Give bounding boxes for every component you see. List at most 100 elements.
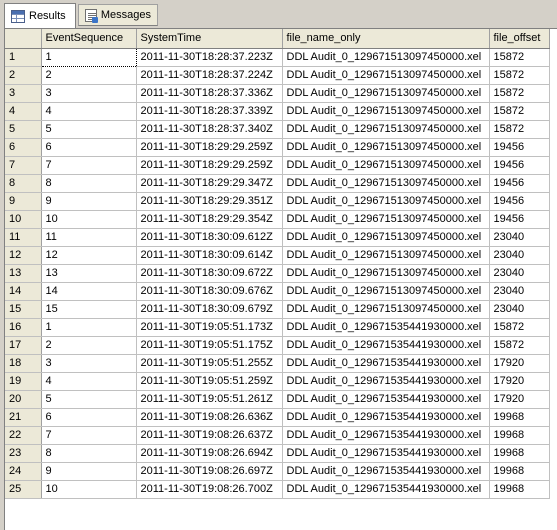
system-time-cell[interactable]: 2011-11-30T19:05:51.259Z (136, 372, 283, 391)
file-offset-cell[interactable]: 19968 (489, 462, 550, 481)
row-number[interactable]: 8 (5, 174, 42, 193)
column-header-systemtime[interactable]: SystemTime (136, 29, 283, 49)
event-sequence-cell[interactable]: 7 (41, 156, 137, 175)
file-offset-cell[interactable]: 19456 (489, 174, 550, 193)
file-offset-cell[interactable]: 19968 (489, 408, 550, 427)
file-name-cell[interactable]: DDL Audit_0_129671535441930000.xel (282, 318, 490, 337)
event-sequence-cell[interactable]: 5 (41, 390, 137, 409)
table-row[interactable]: 1 1 2011-11-30T18:28:37.223Z DDL Audit_0_12… (5, 47, 550, 67)
row-number[interactable]: 5 (5, 120, 42, 139)
file-name-cell[interactable]: DDL Audit_0_129671535441930000.xel (282, 372, 490, 391)
table-row[interactable]: 10 10 2011-11-30T18:29:29.354Z DDL Audit_0_… (5, 210, 550, 229)
file-name-cell[interactable]: DDL Audit_0_129671535441930000.xel (282, 354, 490, 373)
table-row[interactable]: 14 14 2011-11-30T18:30:09.676Z DDL Audit_0_… (5, 282, 550, 301)
row-number[interactable]: 24 (5, 462, 42, 481)
row-number[interactable]: 11 (5, 228, 42, 247)
row-number[interactable]: 14 (5, 282, 42, 301)
file-name-cell[interactable]: DDL Audit_0_129671535441930000.xel (282, 408, 490, 427)
table-row[interactable]: 5 5 2011-11-30T18:28:37.340Z DDL Audit_0_12… (5, 120, 550, 139)
file-offset-cell[interactable]: 19968 (489, 426, 550, 445)
system-time-cell[interactable]: 2011-11-30T18:28:37.339Z (136, 102, 283, 121)
file-name-cell[interactable]: DDL Audit_0_129671513097450000.xel (282, 66, 490, 85)
row-number[interactable]: 12 (5, 246, 42, 265)
table-row[interactable]: 11 11 2011-11-30T18:30:09.612Z DDL Audit_0_… (5, 228, 550, 247)
event-sequence-cell[interactable]: 8 (41, 174, 137, 193)
row-number[interactable]: 15 (5, 300, 42, 319)
file-offset-cell[interactable]: 15872 (489, 66, 550, 85)
table-row[interactable]: 3 3 2011-11-30T18:28:37.336Z DDL Audit_0_12… (5, 84, 550, 103)
file-offset-cell[interactable]: 23040 (489, 246, 550, 265)
table-row[interactable]: 12 12 2011-11-30T18:30:09.614Z DDL Audit_0_… (5, 246, 550, 265)
event-sequence-cell[interactable]: 6 (41, 408, 137, 427)
row-number[interactable]: 20 (5, 390, 42, 409)
file-name-cell[interactable]: DDL Audit_0_129671535441930000.xel (282, 390, 490, 409)
system-time-cell[interactable]: 2011-11-30T18:29:29.259Z (136, 156, 283, 175)
select-all-corner[interactable] (5, 29, 42, 49)
tab-results[interactable]: Results (4, 3, 76, 28)
file-offset-cell[interactable]: 19456 (489, 156, 550, 175)
file-name-cell[interactable]: DDL Audit_0_129671535441930000.xel (282, 336, 490, 355)
file-offset-cell[interactable]: 19456 (489, 138, 550, 157)
file-name-cell[interactable]: DDL Audit_0_129671513097450000.xel (282, 192, 490, 211)
table-row[interactable]: 6 6 2011-11-30T18:29:29.259Z DDL Audit_0_12… (5, 138, 550, 157)
table-row[interactable]: 7 7 2011-11-30T18:29:29.259Z DDL Audit_0_12… (5, 156, 550, 175)
event-sequence-cell[interactable]: 3 (41, 84, 137, 103)
file-name-cell[interactable]: DDL Audit_0_129671535441930000.xel (282, 426, 490, 445)
row-number[interactable]: 9 (5, 192, 42, 211)
file-offset-cell[interactable]: 19456 (489, 192, 550, 211)
event-sequence-cell[interactable]: 9 (41, 192, 137, 211)
event-sequence-cell[interactable]: 8 (41, 444, 137, 463)
table-row[interactable]: 18 3 2011-11-30T19:05:51.255Z DDL Audit_0_1… (5, 354, 550, 373)
system-time-cell[interactable]: 2011-11-30T18:28:37.340Z (136, 120, 283, 139)
event-sequence-cell[interactable]: 3 (41, 354, 137, 373)
row-number[interactable]: 25 (5, 480, 42, 499)
row-number[interactable]: 10 (5, 210, 42, 229)
file-offset-cell[interactable]: 15872 (489, 84, 550, 103)
event-sequence-cell[interactable]: 12 (41, 246, 137, 265)
table-row[interactable]: 25 10 2011-11-30T19:08:26.700Z DDL Audit_0_… (5, 480, 550, 499)
system-time-cell[interactable]: 2011-11-30T18:30:09.612Z (136, 228, 283, 247)
system-time-cell[interactable]: 2011-11-30T18:29:29.354Z (136, 210, 283, 229)
row-number[interactable]: 6 (5, 138, 42, 157)
row-number[interactable]: 18 (5, 354, 42, 373)
column-header-file-name-only[interactable]: file_name_only (282, 29, 490, 49)
system-time-cell[interactable]: 2011-11-30T19:08:26.694Z (136, 444, 283, 463)
table-row[interactable]: 9 9 2011-11-30T18:29:29.351Z DDL Audit_0_12… (5, 192, 550, 211)
table-row[interactable]: 22 7 2011-11-30T19:08:26.637Z DDL Audit_0_1… (5, 426, 550, 445)
file-offset-cell[interactable]: 19456 (489, 210, 550, 229)
row-number[interactable]: 17 (5, 336, 42, 355)
row-number[interactable]: 23 (5, 444, 42, 463)
file-offset-cell[interactable]: 23040 (489, 228, 550, 247)
event-sequence-cell[interactable]: 10 (41, 480, 137, 499)
system-time-cell[interactable]: 2011-11-30T19:08:26.636Z (136, 408, 283, 427)
row-number[interactable]: 2 (5, 66, 42, 85)
file-name-cell[interactable]: DDL Audit_0_129671513097450000.xel (282, 300, 490, 319)
row-number[interactable]: 3 (5, 84, 42, 103)
file-offset-cell[interactable]: 23040 (489, 264, 550, 283)
file-offset-cell[interactable]: 17920 (489, 354, 550, 373)
system-time-cell[interactable]: 2011-11-30T18:28:37.223Z (136, 48, 283, 67)
file-offset-cell[interactable]: 15872 (489, 318, 550, 337)
event-sequence-cell[interactable]: 7 (41, 426, 137, 445)
event-sequence-cell[interactable]: 6 (41, 138, 137, 157)
event-sequence-cell[interactable]: 5 (41, 120, 137, 139)
table-row[interactable]: 20 5 2011-11-30T19:05:51.261Z DDL Audit_0_1… (5, 390, 550, 409)
event-sequence-cell[interactable]: 15 (41, 300, 137, 319)
row-number[interactable]: 22 (5, 426, 42, 445)
event-sequence-cell[interactable]: 14 (41, 282, 137, 301)
file-name-cell[interactable]: DDL Audit_0_129671513097450000.xel (282, 84, 490, 103)
table-row[interactable]: 19 4 2011-11-30T19:05:51.259Z DDL Audit_0_1… (5, 372, 550, 391)
system-time-cell[interactable]: 2011-11-30T19:05:51.173Z (136, 318, 283, 337)
file-name-cell[interactable]: DDL Audit_0_129671513097450000.xel (282, 174, 490, 193)
file-offset-cell[interactable]: 17920 (489, 390, 550, 409)
results-grid[interactable]: EventSequence SystemTime file_name_only … (4, 28, 557, 530)
event-sequence-cell[interactable]: 4 (41, 102, 137, 121)
file-name-cell[interactable]: DDL Audit_0_129671513097450000.xel (282, 264, 490, 283)
column-header-file-offset[interactable]: file_offset (489, 29, 550, 49)
file-name-cell[interactable]: DDL Audit_0_129671513097450000.xel (282, 282, 490, 301)
table-row[interactable]: 4 4 2011-11-30T18:28:37.339Z DDL Audit_0_12… (5, 102, 550, 121)
tab-messages[interactable]: Messages (78, 4, 158, 26)
file-name-cell[interactable]: DDL Audit_0_129671513097450000.xel (282, 138, 490, 157)
file-name-cell[interactable]: DDL Audit_0_129671513097450000.xel (282, 228, 490, 247)
row-number[interactable]: 1 (5, 48, 42, 67)
